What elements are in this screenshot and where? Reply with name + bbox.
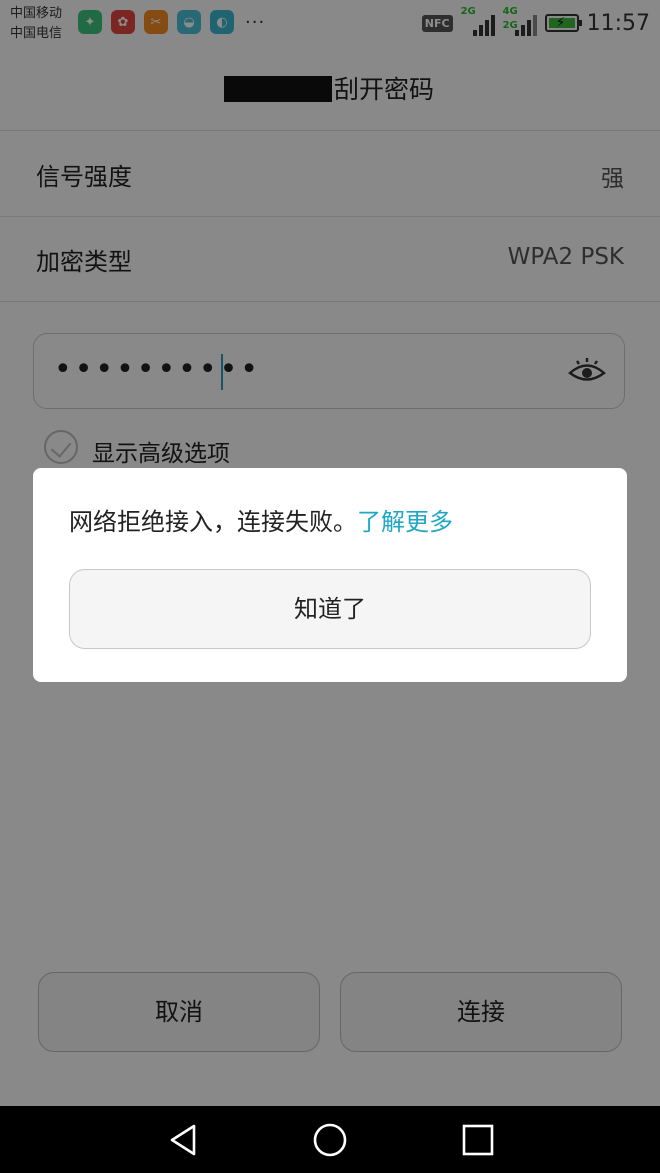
navigation-bar [0, 1106, 660, 1173]
home-icon[interactable] [312, 1122, 348, 1158]
learn-more-link[interactable]: 了解更多 [357, 508, 453, 536]
error-dialog: 网络拒绝接入，连接失败。了解更多 知道了 [33, 468, 627, 682]
dialog-ok-button[interactable]: 知道了 [69, 569, 591, 649]
back-icon[interactable] [166, 1122, 202, 1158]
dialog-message: 网络拒绝接入，连接失败。了解更多 [69, 502, 453, 537]
recent-apps-icon[interactable] [460, 1122, 496, 1158]
dialog-message-text: 网络拒绝接入，连接失败。 [69, 508, 357, 536]
